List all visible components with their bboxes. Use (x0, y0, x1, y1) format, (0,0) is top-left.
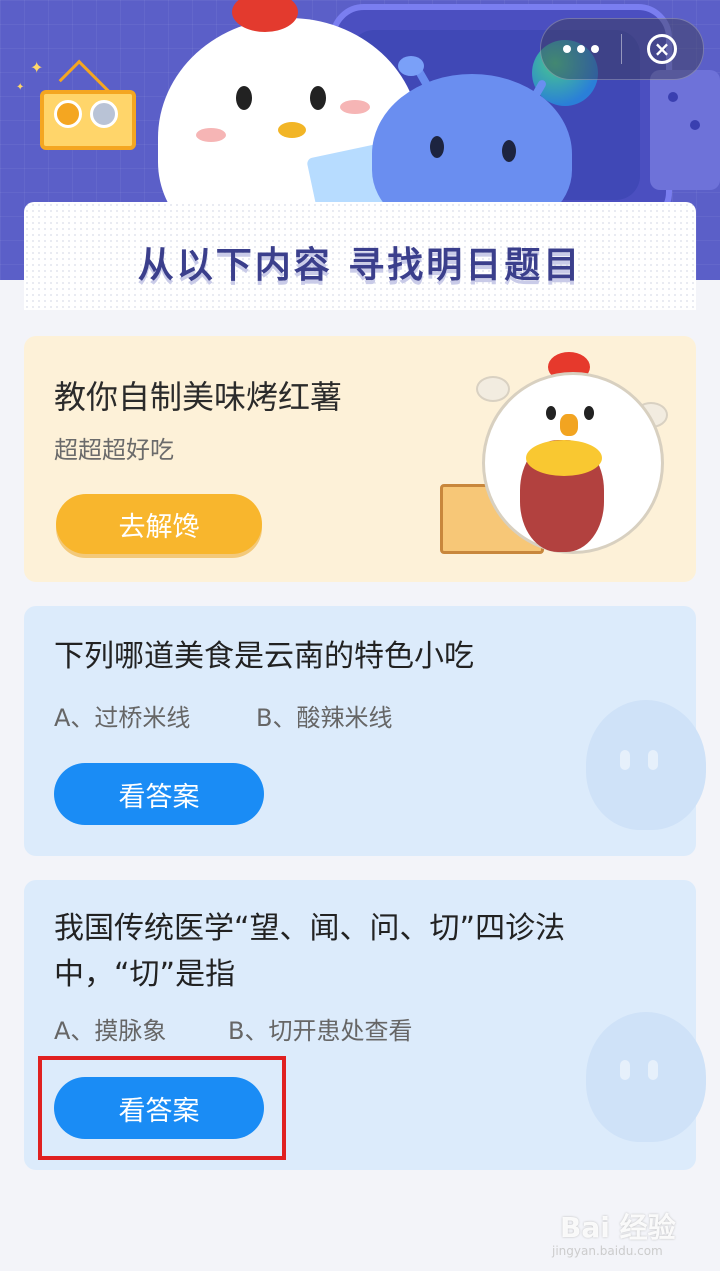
chick-beak (278, 122, 306, 138)
highlight-box (38, 1056, 286, 1160)
gold-medal-icon (54, 100, 82, 128)
food-card-subtitle: 超超超好吃 (54, 436, 174, 464)
ghost-eye (620, 1060, 630, 1080)
sparkle-icon: ✦ (16, 82, 25, 93)
chick-eye (546, 406, 556, 420)
ghost-eye (620, 750, 630, 770)
view-answer-button[interactable]: 看答案 (54, 763, 264, 825)
ghost-eye (648, 750, 658, 770)
ghost-decoration-icon (586, 1012, 706, 1142)
close-button[interactable]: × (622, 19, 702, 79)
panel-dot-icon (690, 120, 700, 130)
sweet-potato-flesh (526, 440, 602, 476)
alien-eye (430, 136, 444, 158)
mini-program-capsule: × (540, 18, 704, 80)
ghost-eye (648, 1060, 658, 1080)
chick-beak (560, 414, 578, 436)
chick-eye (584, 406, 594, 420)
close-circle-icon: × (647, 34, 677, 64)
food-card-button[interactable]: 去解馋 (56, 494, 262, 554)
chick-eye (310, 86, 326, 110)
food-card-title: 教你自制美味烤红薯 (54, 378, 343, 416)
side-panel-illustration (650, 70, 720, 190)
alien-eye (502, 140, 516, 162)
option-b: B、切开患处查看 (228, 1017, 413, 1045)
baidu-watermark: Bai 经验 (560, 1211, 676, 1244)
page-title: 从以下内容 寻找明日题目 (137, 245, 583, 286)
baidu-watermark-url: jingyan.baidu.com (552, 1244, 663, 1258)
ghost-decoration-icon (586, 700, 706, 830)
chick-blush (340, 100, 370, 114)
question-title: 下列哪道美食是云南的特色小吃 (54, 639, 474, 674)
chick-eye (236, 86, 252, 110)
steam-cloud-icon (476, 376, 510, 402)
question-title: 我国传统医学“望、闻、问、切”四诊法中，“切”是指 (54, 911, 566, 992)
panel-dot-icon (668, 92, 678, 102)
option-b: B、酸辣米线 (256, 704, 393, 732)
option-a: A、过桥米线 (54, 704, 191, 732)
option-a: A、摸脉象 (54, 1017, 167, 1045)
alien-antenna-ball (398, 56, 424, 76)
chick-blush (196, 128, 226, 142)
more-dots-icon[interactable] (541, 19, 621, 79)
silver-medal-icon (90, 100, 118, 128)
sparkle-icon: ✦ (30, 58, 44, 77)
